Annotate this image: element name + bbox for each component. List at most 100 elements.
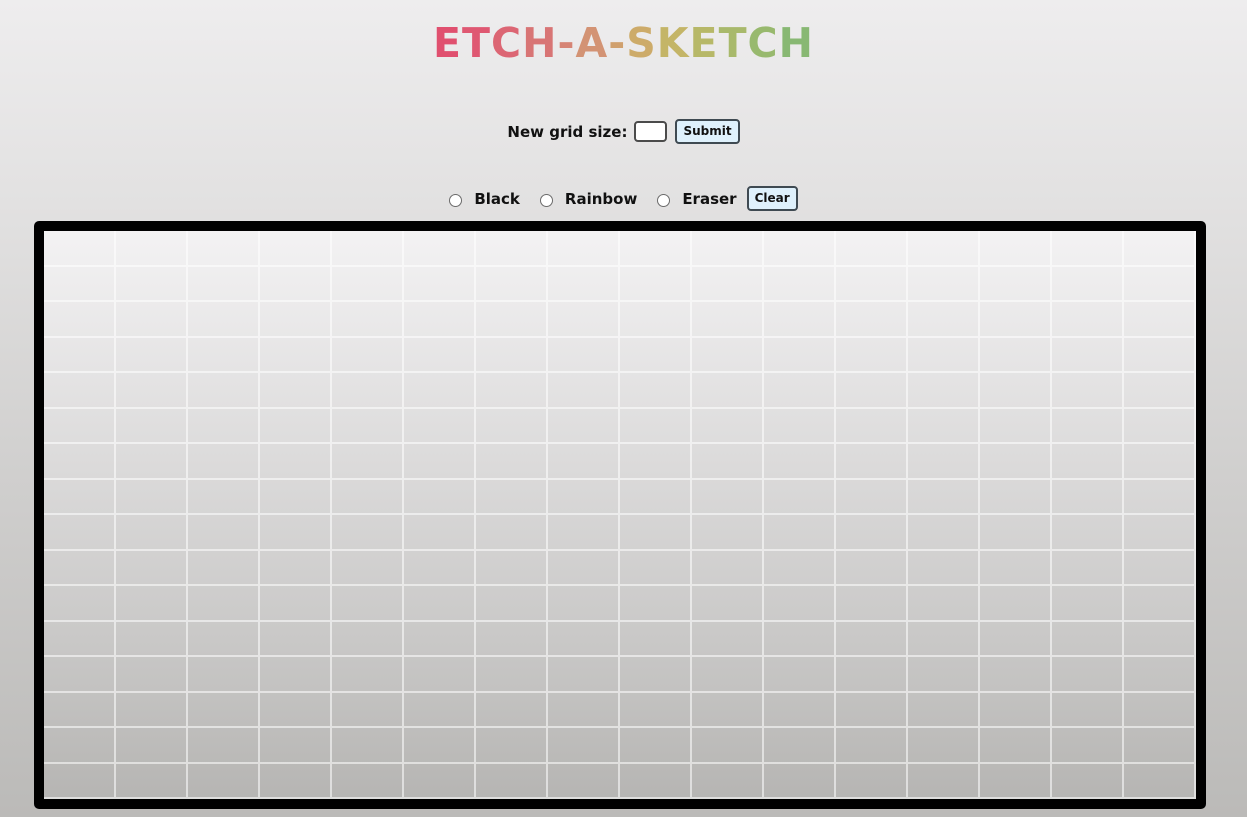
grid-cell[interactable] — [548, 373, 620, 409]
grid-size-input[interactable] — [634, 121, 668, 142]
grid-cell[interactable] — [332, 408, 404, 444]
grid-cell[interactable] — [908, 444, 980, 480]
grid-cell[interactable] — [980, 621, 1052, 657]
grid-cell[interactable] — [260, 337, 332, 373]
grid-cell[interactable] — [404, 408, 476, 444]
grid-cell[interactable] — [1052, 231, 1124, 267]
grid-cell[interactable] — [980, 302, 1052, 338]
grid-cell[interactable] — [116, 408, 188, 444]
grid-cell[interactable] — [476, 550, 548, 586]
grid-cell[interactable] — [548, 657, 620, 693]
grid-cell[interactable] — [332, 444, 404, 480]
grid-cell[interactable] — [332, 586, 404, 622]
grid-cell[interactable] — [764, 302, 836, 338]
grid-cell[interactable] — [692, 692, 764, 728]
grid-cell[interactable] — [188, 692, 260, 728]
grid-cell[interactable] — [332, 515, 404, 551]
grid-cell[interactable] — [476, 266, 548, 302]
grid-cell[interactable] — [908, 515, 980, 551]
grid-cell[interactable] — [764, 266, 836, 302]
grid-cell[interactable] — [692, 515, 764, 551]
grid-cell[interactable] — [404, 621, 476, 657]
grid-cell[interactable] — [116, 728, 188, 764]
grid-cell[interactable] — [548, 337, 620, 373]
grid-cell[interactable] — [908, 657, 980, 693]
grid-cell[interactable] — [836, 763, 908, 799]
grid-cell[interactable] — [1052, 586, 1124, 622]
grid-cell[interactable] — [332, 231, 404, 267]
grid-cell[interactable] — [44, 266, 116, 302]
grid-cell[interactable] — [188, 728, 260, 764]
grid-cell[interactable] — [116, 337, 188, 373]
grid-cell[interactable] — [908, 302, 980, 338]
grid-cell[interactable] — [980, 515, 1052, 551]
grid-cell[interactable] — [44, 302, 116, 338]
radio-eraser[interactable] — [657, 193, 671, 207]
grid-cell[interactable] — [116, 586, 188, 622]
grid-cell[interactable] — [260, 373, 332, 409]
grid-cell[interactable] — [908, 337, 980, 373]
grid-cell[interactable] — [692, 231, 764, 267]
grid-cell[interactable] — [260, 515, 332, 551]
grid-cell[interactable] — [188, 373, 260, 409]
grid-cell[interactable] — [764, 657, 836, 693]
grid-cell[interactable] — [260, 692, 332, 728]
grid-cell[interactable] — [764, 515, 836, 551]
grid-cell[interactable] — [836, 515, 908, 551]
grid-cell[interactable] — [44, 586, 116, 622]
grid-cell[interactable] — [476, 373, 548, 409]
grid-cell[interactable] — [188, 444, 260, 480]
grid-cell[interactable] — [1124, 621, 1196, 657]
grid-cell[interactable] — [620, 586, 692, 622]
grid-cell[interactable] — [404, 337, 476, 373]
grid-cell[interactable] — [260, 231, 332, 267]
grid-cell[interactable] — [476, 728, 548, 764]
grid-cell[interactable] — [188, 479, 260, 515]
grid-cell[interactable] — [548, 231, 620, 267]
grid-cell[interactable] — [1124, 479, 1196, 515]
grid-cell[interactable] — [476, 621, 548, 657]
grid-cell[interactable] — [116, 621, 188, 657]
grid-cell[interactable] — [980, 657, 1052, 693]
grid-cell[interactable] — [332, 337, 404, 373]
grid-cell[interactable] — [620, 728, 692, 764]
grid-cell[interactable] — [908, 550, 980, 586]
grid-cell[interactable] — [476, 692, 548, 728]
grid-cell[interactable] — [764, 550, 836, 586]
grid-cell[interactable] — [188, 657, 260, 693]
grid-cell[interactable] — [1052, 763, 1124, 799]
grid-cell[interactable] — [404, 586, 476, 622]
grid-cell[interactable] — [476, 479, 548, 515]
grid-cell[interactable] — [404, 266, 476, 302]
grid-cell[interactable] — [1124, 657, 1196, 693]
grid-cell[interactable] — [404, 444, 476, 480]
grid-cell[interactable] — [836, 550, 908, 586]
grid-cell[interactable] — [188, 586, 260, 622]
grid-cell[interactable] — [476, 337, 548, 373]
grid-cell[interactable] — [332, 621, 404, 657]
grid-cell[interactable] — [620, 763, 692, 799]
grid-cell[interactable] — [44, 444, 116, 480]
grid-cell[interactable] — [404, 373, 476, 409]
grid-cell[interactable] — [908, 231, 980, 267]
grid-cell[interactable] — [476, 231, 548, 267]
grid-cell[interactable] — [260, 763, 332, 799]
grid-cell[interactable] — [116, 231, 188, 267]
grid-cell[interactable] — [620, 692, 692, 728]
grid-cell[interactable] — [44, 621, 116, 657]
grid-cell[interactable] — [692, 550, 764, 586]
grid-cell[interactable] — [260, 586, 332, 622]
grid-cell[interactable] — [116, 302, 188, 338]
grid-cell[interactable] — [1124, 302, 1196, 338]
grid-cell[interactable] — [476, 444, 548, 480]
grid-cell[interactable] — [1124, 373, 1196, 409]
grid-cell[interactable] — [332, 728, 404, 764]
grid-cell[interactable] — [836, 408, 908, 444]
grid-cell[interactable] — [836, 373, 908, 409]
grid-cell[interactable] — [116, 444, 188, 480]
grid-cell[interactable] — [908, 373, 980, 409]
grid-cell[interactable] — [404, 302, 476, 338]
grid-cell[interactable] — [476, 657, 548, 693]
grid-cell[interactable] — [44, 763, 116, 799]
grid-cell[interactable] — [908, 266, 980, 302]
